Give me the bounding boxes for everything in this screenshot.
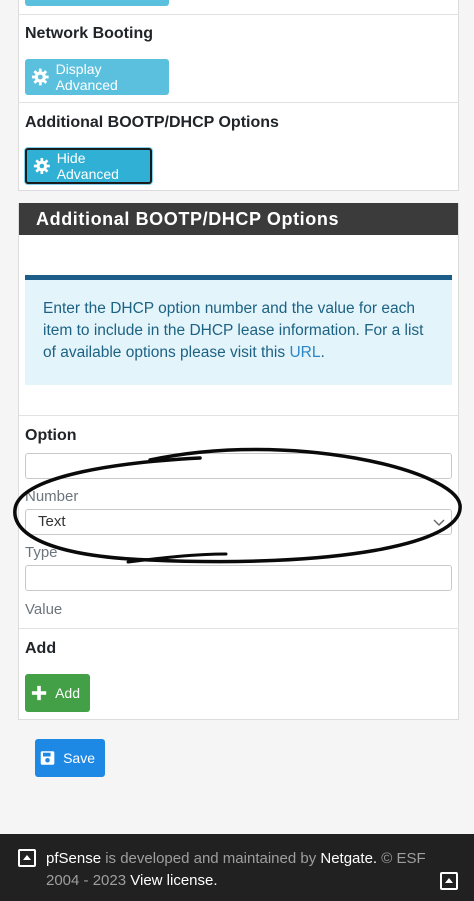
scroll-top-icon[interactable] — [440, 872, 458, 890]
pfsense-link[interactable]: pfSense — [46, 850, 101, 867]
view-license-link[interactable]: View license. — [130, 872, 217, 889]
save-button-label: Save — [63, 750, 95, 766]
save-button[interactable]: Save — [35, 739, 105, 777]
floppy-disk-icon — [40, 751, 55, 765]
footer-text: pfSense is developed and maintained by N… — [46, 848, 456, 892]
footer: pfSense is developed and maintained by N… — [0, 834, 474, 901]
netgate-link[interactable]: Netgate. — [320, 850, 377, 867]
scroll-top-icon[interactable] — [18, 849, 36, 867]
footer-maintained-text: is developed and maintained by — [105, 850, 317, 867]
